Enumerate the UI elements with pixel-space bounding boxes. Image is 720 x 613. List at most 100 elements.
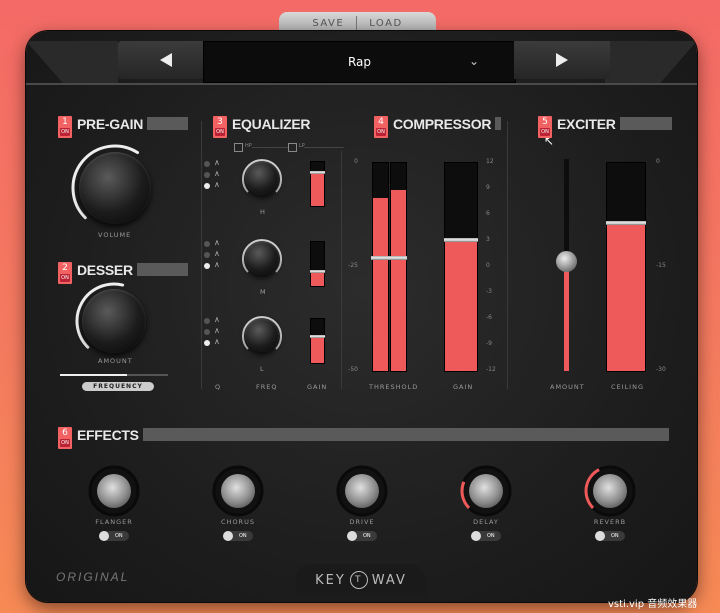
amount-slider-fill (564, 260, 569, 371)
compressor-title-bar (495, 117, 501, 130)
threshold-label: THRESHOLD (369, 383, 419, 391)
amount-label: AMOUNT (98, 357, 133, 365)
exciter-title-bar (619, 117, 672, 130)
eq-band-1-gain-handle[interactable] (310, 269, 325, 273)
frequency-slider[interactable] (60, 374, 168, 376)
eq-band-0-shape-led[interactable] (204, 161, 210, 167)
fx-1-toggle[interactable]: ON (223, 531, 253, 541)
scale-tick: -9 (486, 340, 492, 347)
filter-divider-right (304, 147, 344, 148)
eq-band-0-shape-icon: ∧ (214, 169, 220, 178)
eq-band-1-shape-led[interactable] (204, 241, 210, 247)
divider-3 (507, 121, 508, 389)
gain-slider[interactable] (444, 162, 478, 372)
eq-band-2-freq-knob[interactable] (245, 318, 279, 352)
fx-2-toggle[interactable]: ON (347, 531, 377, 541)
tab-divider (356, 16, 358, 30)
hp-checkbox[interactable] (234, 143, 243, 152)
eq-band-2-shape-led[interactable] (204, 329, 210, 335)
desser-power-button[interactable]: 2 ON (58, 262, 72, 284)
fx-3-toggle[interactable]: ON (471, 531, 501, 541)
ceiling-slider[interactable] (606, 162, 646, 372)
eq-band-0-gain-slider[interactable] (310, 161, 325, 207)
eq-band-2-shape-icon: ∧ (214, 315, 220, 324)
fx-1-knob[interactable] (221, 474, 255, 508)
effects-power-button[interactable]: 6 ON (58, 427, 72, 449)
scale-tick: -50 (348, 366, 358, 373)
eq-band-1-shape-led[interactable] (204, 263, 210, 269)
amount-knob[interactable] (82, 289, 146, 353)
exciter-title: EXCITER (557, 116, 616, 132)
eq-band-0-shape-led[interactable] (204, 183, 210, 189)
eq-band-2-shape-icon: ∧ (214, 337, 220, 346)
exciter-header: 5 ON EXCITER (538, 116, 672, 138)
effects-title: EFFECTS (77, 427, 139, 443)
comp-gain-label: GAIN (453, 383, 474, 391)
fx-0-toggle[interactable]: ON (99, 531, 129, 541)
fx-4-toggle[interactable]: ON (595, 531, 625, 541)
watermark: vsti.vip 音频效果器 (608, 599, 698, 610)
eq-band-0-gain-handle[interactable] (310, 170, 325, 174)
fx-3-knob[interactable] (469, 474, 503, 508)
eq-band-2-gain-slider[interactable] (310, 318, 325, 364)
eq-band-2-gain-fill (311, 335, 324, 363)
desser-header: 2 ON DESSER (58, 262, 188, 284)
eq-band-2-gain-handle[interactable] (310, 334, 325, 338)
eq-band-1-freq-sub: M (260, 288, 267, 296)
pregain-title-bar (147, 117, 188, 130)
prev-preset-button[interactable] (118, 41, 214, 79)
eq-band-1-freq-knob[interactable] (245, 241, 279, 275)
gain-slider-fill (445, 239, 477, 371)
equalizer-header: 3 ON EQUALIZER (213, 116, 343, 138)
eq-band-1-shape-icon: ∧ (214, 249, 220, 258)
eq-band-0-shape-icon: ∧ (214, 158, 220, 167)
eq-band-1-shape-icon: ∧ (214, 238, 220, 247)
scale-tick: -25 (348, 262, 358, 269)
original-label[interactable]: ORIGINAL (56, 570, 129, 584)
compressor-meter-right (390, 162, 407, 372)
divider-2 (341, 151, 342, 389)
eq-band-0-freq-knob[interactable] (245, 161, 279, 195)
fx-3-label: DELAY (473, 518, 499, 526)
fx-4-knob[interactable] (593, 474, 627, 508)
compressor-power-button[interactable]: 4 ON (374, 116, 388, 138)
volume-knob[interactable] (79, 152, 151, 224)
fx-0-label: FLANGER (95, 518, 133, 526)
fx-2-knob[interactable] (345, 474, 379, 508)
toggle-dot (595, 531, 605, 541)
eq-band-0-gain-fill (311, 171, 324, 206)
preset-selector[interactable]: Rap ⌄ (203, 41, 516, 83)
desser-title-bar (136, 263, 188, 276)
eq-band-1-shape-icon: ∧ (214, 260, 220, 269)
left-wing (26, 41, 118, 83)
gain-slider-handle[interactable] (444, 237, 478, 242)
eq-band-2-shape-led[interactable] (204, 340, 210, 346)
compressor-header: 4 ON COMPRESSOR (374, 116, 501, 138)
ceiling-slider-handle[interactable] (606, 221, 646, 226)
scale-tick: 6 (486, 210, 490, 217)
amount-slider-handle[interactable] (556, 250, 577, 272)
fx-0-knob[interactable] (97, 474, 131, 508)
fx-2-label: DRIVE (349, 518, 375, 526)
scale-tick: 9 (486, 184, 490, 191)
scale-tick: -30 (656, 366, 666, 373)
eq-freq-label: FREQ (256, 383, 278, 391)
eq-band-2-shape-led[interactable] (204, 318, 210, 324)
equalizer-title: EQUALIZER (232, 116, 311, 132)
eq-band-1-gain-slider[interactable] (310, 241, 325, 287)
lp-checkbox[interactable] (288, 143, 297, 152)
arrow-left-icon (160, 53, 172, 67)
next-preset-button[interactable] (514, 41, 610, 79)
load-tab[interactable]: LOAD (369, 18, 402, 29)
toggle-dot (99, 531, 109, 541)
logo-right-text: WAV (371, 572, 407, 588)
fx-4-label: REVERB (593, 518, 627, 526)
scale-tick: 0 (656, 158, 660, 165)
eq-band-1-shape-led[interactable] (204, 252, 210, 258)
save-tab[interactable]: SAVE (312, 18, 344, 29)
threshold-slider-handle[interactable] (371, 255, 407, 260)
equalizer-power-button[interactable]: 3 ON (213, 116, 227, 138)
pregain-power-button[interactable]: 1 ON (58, 116, 72, 138)
effects-header: 6 ON EFFECTS (58, 427, 669, 449)
eq-band-0-shape-led[interactable] (204, 172, 210, 178)
